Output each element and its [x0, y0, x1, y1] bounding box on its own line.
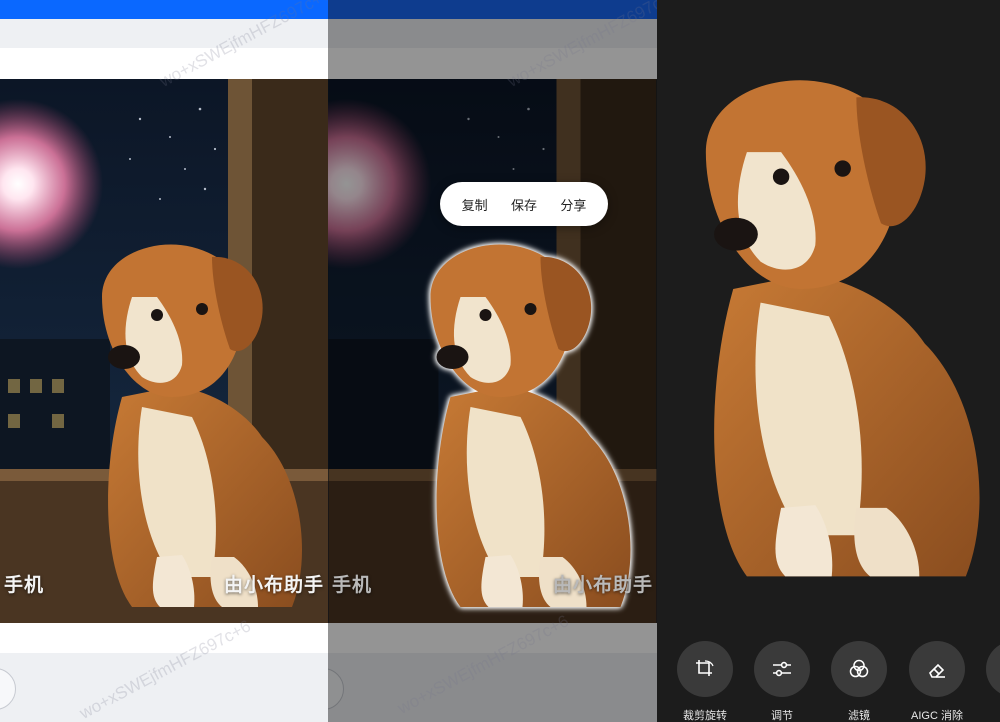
- crop-rotate-tool[interactable]: 裁剪旋转: [676, 641, 734, 722]
- photo-caption-right: 由小布助手: [223, 575, 324, 596]
- status-bar: [328, 0, 657, 19]
- cutout-editor-view: 裁剪旋转 调节 滤镜 AIGC 消除: [657, 0, 1000, 722]
- photo-caption-left: 手机: [332, 575, 373, 596]
- bottom-bar: [328, 653, 657, 722]
- top-toolbar: [0, 19, 328, 48]
- filter-tool[interactable]: 滤镜: [830, 641, 888, 722]
- selected-subject[interactable]: [328, 79, 657, 623]
- bottom-spacer: [328, 623, 657, 653]
- dog-photo[interactable]: 手机 由小布助手: [0, 79, 328, 623]
- filter-icon: [831, 641, 887, 697]
- copy-button[interactable]: 复制: [462, 195, 488, 214]
- save-button[interactable]: 保存: [511, 195, 537, 214]
- bottom-spacer: [0, 623, 328, 653]
- crop-rotate-icon: [677, 641, 733, 697]
- eraser-icon: [909, 641, 965, 697]
- bottom-bar: [0, 653, 328, 722]
- dog-photo-dimmed: 手机 由小布助手: [328, 79, 657, 623]
- aigc-erase-label: AIGC 消除: [911, 710, 963, 722]
- top-spacer: [0, 48, 328, 79]
- photo-caption-left: 手机: [4, 575, 45, 596]
- share-button[interactable]: 分享: [560, 195, 586, 214]
- adjust-sliders-icon: [754, 641, 810, 697]
- more-tool-icon: [986, 641, 1000, 697]
- adjust-label: 调节: [771, 710, 793, 722]
- top-toolbar: [328, 19, 657, 48]
- status-bar: [0, 0, 328, 19]
- top-spacer: [328, 48, 657, 79]
- filter-label: 滤镜: [848, 710, 870, 722]
- more-tool-partial[interactable]: [985, 641, 1000, 697]
- aigc-erase-tool[interactable]: AIGC 消除: [908, 641, 966, 722]
- cutout-subject[interactable]: [657, 0, 1000, 600]
- photo-caption-right: 由小布助手: [552, 575, 653, 596]
- original-photo-view: 手机 由小布助手 wo+xSWEjfmHFZ697c+6 wo+xSWEjfmH…: [0, 0, 328, 722]
- subject-context-menu: 复制 保存 分享: [440, 182, 608, 226]
- crop-rotate-label: 裁剪旋转: [683, 710, 727, 722]
- adjust-tool[interactable]: 调节: [753, 641, 811, 722]
- subject-selected-view: 手机 由小布助手 复制 保存 分享 wo+xSWEjfmHFZ697c+6 wo…: [328, 0, 657, 722]
- photo-scene: [0, 79, 328, 623]
